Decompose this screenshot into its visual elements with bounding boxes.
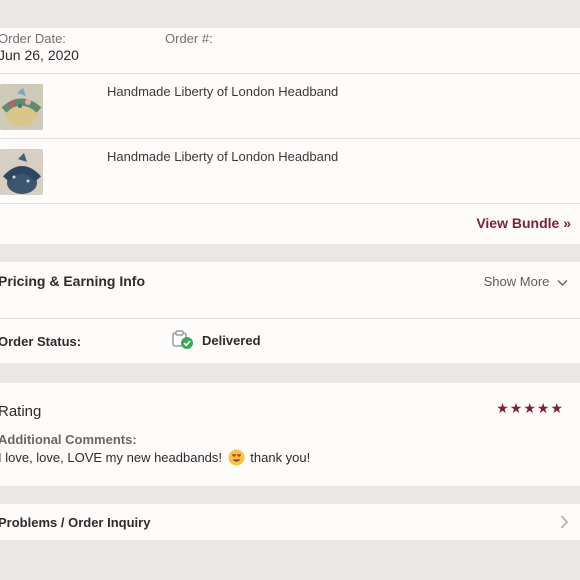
order-date-value: Jun 26, 2020: [0, 47, 79, 63]
divider: [0, 318, 580, 319]
rating-title: Rating: [0, 403, 42, 420]
pricing-card: Pricing & Earning Info Show More Order S…: [0, 262, 580, 363]
order-number-label: Order #:: [165, 31, 213, 46]
view-bundle-link[interactable]: View Bundle »: [476, 215, 571, 231]
comment-text-end: thank you!: [250, 450, 311, 465]
order-status-value: Delivered: [202, 333, 261, 348]
additional-comments-label: Additional Comments:: [0, 432, 137, 447]
headband-image: [0, 149, 43, 195]
order-details-card: Order Date: Jun 26, 2020 Order #: Handma…: [0, 28, 580, 244]
order-status-label: Order Status:: [0, 334, 82, 349]
list-item[interactable]: Handmade Liberty of London Headband: [0, 74, 580, 138]
item-title[interactable]: Handmade Liberty of London Headband: [107, 149, 338, 164]
item-thumbnail[interactable]: [0, 149, 43, 195]
order-inquiry-row[interactable]: Problems / Order Inquiry: [0, 504, 580, 540]
chevron-down-icon: [557, 275, 568, 290]
pricing-title: Pricing & Earning Info: [0, 273, 146, 289]
item-title[interactable]: Handmade Liberty of London Headband: [107, 84, 338, 99]
headband-image: [0, 84, 43, 130]
comment-text: I love, love, LOVE my new headbands! tha…: [0, 449, 310, 469]
chevron-right-icon: [560, 515, 569, 534]
rating-stars: ★★★★★: [496, 400, 564, 416]
list-item[interactable]: Handmade Liberty of London Headband: [0, 139, 580, 203]
pricing-row[interactable]: Pricing & Earning Info Show More: [0, 262, 580, 318]
heart-eyes-emoji-icon: [228, 449, 245, 469]
divider: [0, 203, 580, 204]
comment-text-start: I love, love, LOVE my new headbands!: [0, 450, 223, 465]
show-more-button[interactable]: Show More: [484, 274, 568, 290]
order-date-label: Order Date:: [0, 31, 66, 46]
show-more-label: Show More: [483, 274, 550, 289]
rating-card: Rating Additional Comments: I love, love…: [0, 383, 580, 486]
order-inquiry-label: Problems / Order Inquiry: [0, 515, 151, 530]
item-thumbnail[interactable]: [0, 84, 43, 130]
delivered-icon: [172, 330, 194, 355]
